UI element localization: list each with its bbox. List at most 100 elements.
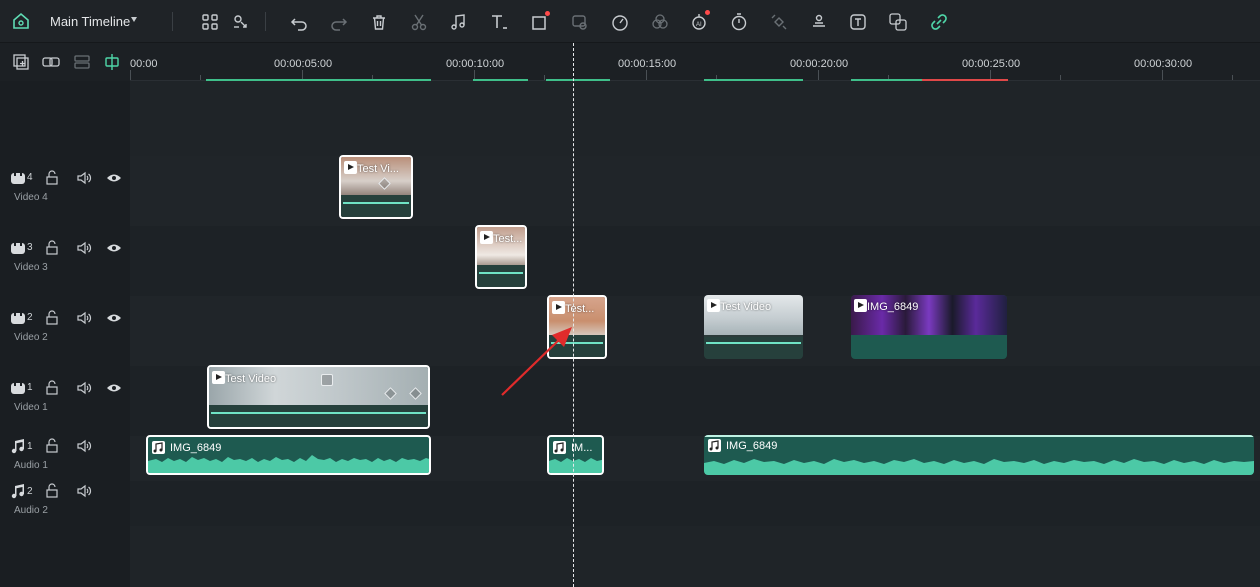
text-icon[interactable] xyxy=(488,11,510,33)
ruler-tick xyxy=(818,70,819,80)
home-icon[interactable] xyxy=(10,10,32,32)
add-track-icon[interactable] xyxy=(11,52,31,72)
timeline-toolbar: Main Timeline AI xyxy=(0,0,1260,43)
tick-label: 00:00:30:00 xyxy=(1134,58,1193,70)
video-clip[interactable]: Test... xyxy=(475,225,527,289)
ruler-tick xyxy=(1162,70,1163,80)
timer-icon[interactable] xyxy=(728,11,750,33)
track-number: 1 xyxy=(27,382,33,393)
cut-icon[interactable] xyxy=(408,11,430,33)
auto-text-icon[interactable] xyxy=(847,11,869,33)
tick-label: 00:00:25:00 xyxy=(962,58,1021,70)
eye-icon[interactable] xyxy=(106,170,122,186)
track-header-video-2[interactable]: 2 Video 2 xyxy=(0,296,130,366)
eye-icon[interactable] xyxy=(106,240,122,256)
track-number: 2 xyxy=(27,486,33,497)
track-header-audio-1[interactable]: 1 Audio 1 xyxy=(0,436,130,481)
link-icon[interactable] xyxy=(928,11,950,33)
clip-volume-line[interactable] xyxy=(706,342,801,344)
lock-icon[interactable] xyxy=(44,170,60,186)
play-icon xyxy=(344,161,357,174)
playhead[interactable] xyxy=(573,43,574,587)
video-track-icon xyxy=(10,310,26,326)
video-track-icon xyxy=(10,170,26,186)
track-number: 1 xyxy=(27,441,33,452)
track-number: 4 xyxy=(27,172,33,183)
clip-volume-line[interactable] xyxy=(211,412,426,414)
undo-icon[interactable] xyxy=(288,11,310,33)
link-track-icon[interactable] xyxy=(41,52,61,72)
svg-text:AI: AI xyxy=(696,22,702,28)
translate-icon[interactable] xyxy=(887,11,909,33)
redo-icon[interactable] xyxy=(328,11,350,33)
track-header-audio-2[interactable]: 2 Audio 2 xyxy=(0,481,130,526)
clip-volume-line[interactable] xyxy=(479,272,523,274)
clip-volume-line[interactable] xyxy=(704,435,1254,437)
track-settings-icon[interactable] xyxy=(72,52,92,72)
lock-icon[interactable] xyxy=(44,438,60,454)
track-headers: 4 Video 4 3 Video 3 2 Video 2 1 Video 1 … xyxy=(0,81,130,587)
speed-icon[interactable] xyxy=(609,11,631,33)
speaker-icon[interactable] xyxy=(76,240,92,256)
delete-icon[interactable] xyxy=(368,11,390,33)
audio-clip[interactable]: IMG_6849 xyxy=(146,435,431,475)
clip-label: Test... xyxy=(493,233,523,245)
track-header-video-4[interactable]: 4 Video 4 xyxy=(0,156,130,226)
lock-icon[interactable] xyxy=(44,310,60,326)
lane-video-3[interactable] xyxy=(130,226,1260,296)
track-controls-header xyxy=(0,43,130,81)
video-clip[interactable]: Test Video xyxy=(704,295,803,359)
video-track-icon xyxy=(10,380,26,396)
video-clip[interactable]: Test Vi... xyxy=(339,155,413,219)
annotation-arrow xyxy=(501,327,572,396)
lane-video-2[interactable] xyxy=(130,296,1260,366)
lane-audio-2[interactable] xyxy=(130,481,1260,526)
audio-icon[interactable] xyxy=(448,11,470,33)
keyframe-button-icon[interactable] xyxy=(321,374,333,386)
crop-icon[interactable] xyxy=(529,11,551,33)
eye-icon[interactable] xyxy=(106,310,122,326)
play-icon xyxy=(212,371,225,384)
tick-label: 00:00:05:00 xyxy=(274,58,333,70)
time-ruler[interactable]: 00:00 00:00:05:00 00:00:10:00 00:00:15:0… xyxy=(130,43,1260,81)
track-name: Video 1 xyxy=(14,402,48,413)
keyframe-icon[interactable] xyxy=(768,11,790,33)
track-number: 2 xyxy=(27,312,33,323)
video-clip[interactable]: Test Video xyxy=(207,365,430,429)
track-header-video-1[interactable]: 1 Video 1 xyxy=(0,366,130,436)
clip-label: IMG_6849 xyxy=(867,301,919,313)
lock-icon[interactable] xyxy=(44,483,60,499)
lock-icon[interactable] xyxy=(44,240,60,256)
ai-tools-icon[interactable]: AI xyxy=(689,10,711,33)
link-clips-icon[interactable] xyxy=(230,11,252,33)
video-track-icon xyxy=(10,240,26,256)
apps-icon[interactable] xyxy=(199,11,221,33)
stabilize-icon[interactable] xyxy=(808,11,830,33)
color-icon[interactable] xyxy=(649,11,671,33)
audio-track-icon xyxy=(10,483,26,499)
tick-label: 00:00 xyxy=(130,58,158,70)
speaker-icon[interactable] xyxy=(76,380,92,396)
speaker-icon[interactable] xyxy=(76,310,92,326)
chevron-down-icon[interactable] xyxy=(131,17,137,22)
eye-icon[interactable] xyxy=(106,380,122,396)
timeline-area[interactable]: Test Vi... Test... Test... Test Video IM… xyxy=(130,81,1260,587)
timeline-title[interactable]: Main Timeline xyxy=(50,14,130,29)
speaker-icon[interactable] xyxy=(76,438,92,454)
track-header-video-3[interactable]: 3 Video 3 xyxy=(0,226,130,296)
toolbar-divider xyxy=(172,12,173,31)
lane-video-4[interactable] xyxy=(130,156,1260,226)
audio-waveform xyxy=(549,458,602,473)
mask-icon[interactable] xyxy=(569,11,591,33)
speaker-icon[interactable] xyxy=(76,483,92,499)
clip-label: Test Video xyxy=(225,373,277,385)
audio-waveform xyxy=(148,455,429,473)
snap-icon[interactable] xyxy=(102,52,122,72)
speaker-icon[interactable] xyxy=(76,170,92,186)
video-clip[interactable]: IMG_6849 xyxy=(851,295,1007,359)
tick-label: 00:00:15:00 xyxy=(618,58,677,70)
lock-icon[interactable] xyxy=(44,380,60,396)
clip-volume-line[interactable] xyxy=(343,202,409,204)
audio-clip[interactable]: IM... xyxy=(547,435,604,475)
audio-clip[interactable]: IMG_6849 xyxy=(704,435,1254,475)
